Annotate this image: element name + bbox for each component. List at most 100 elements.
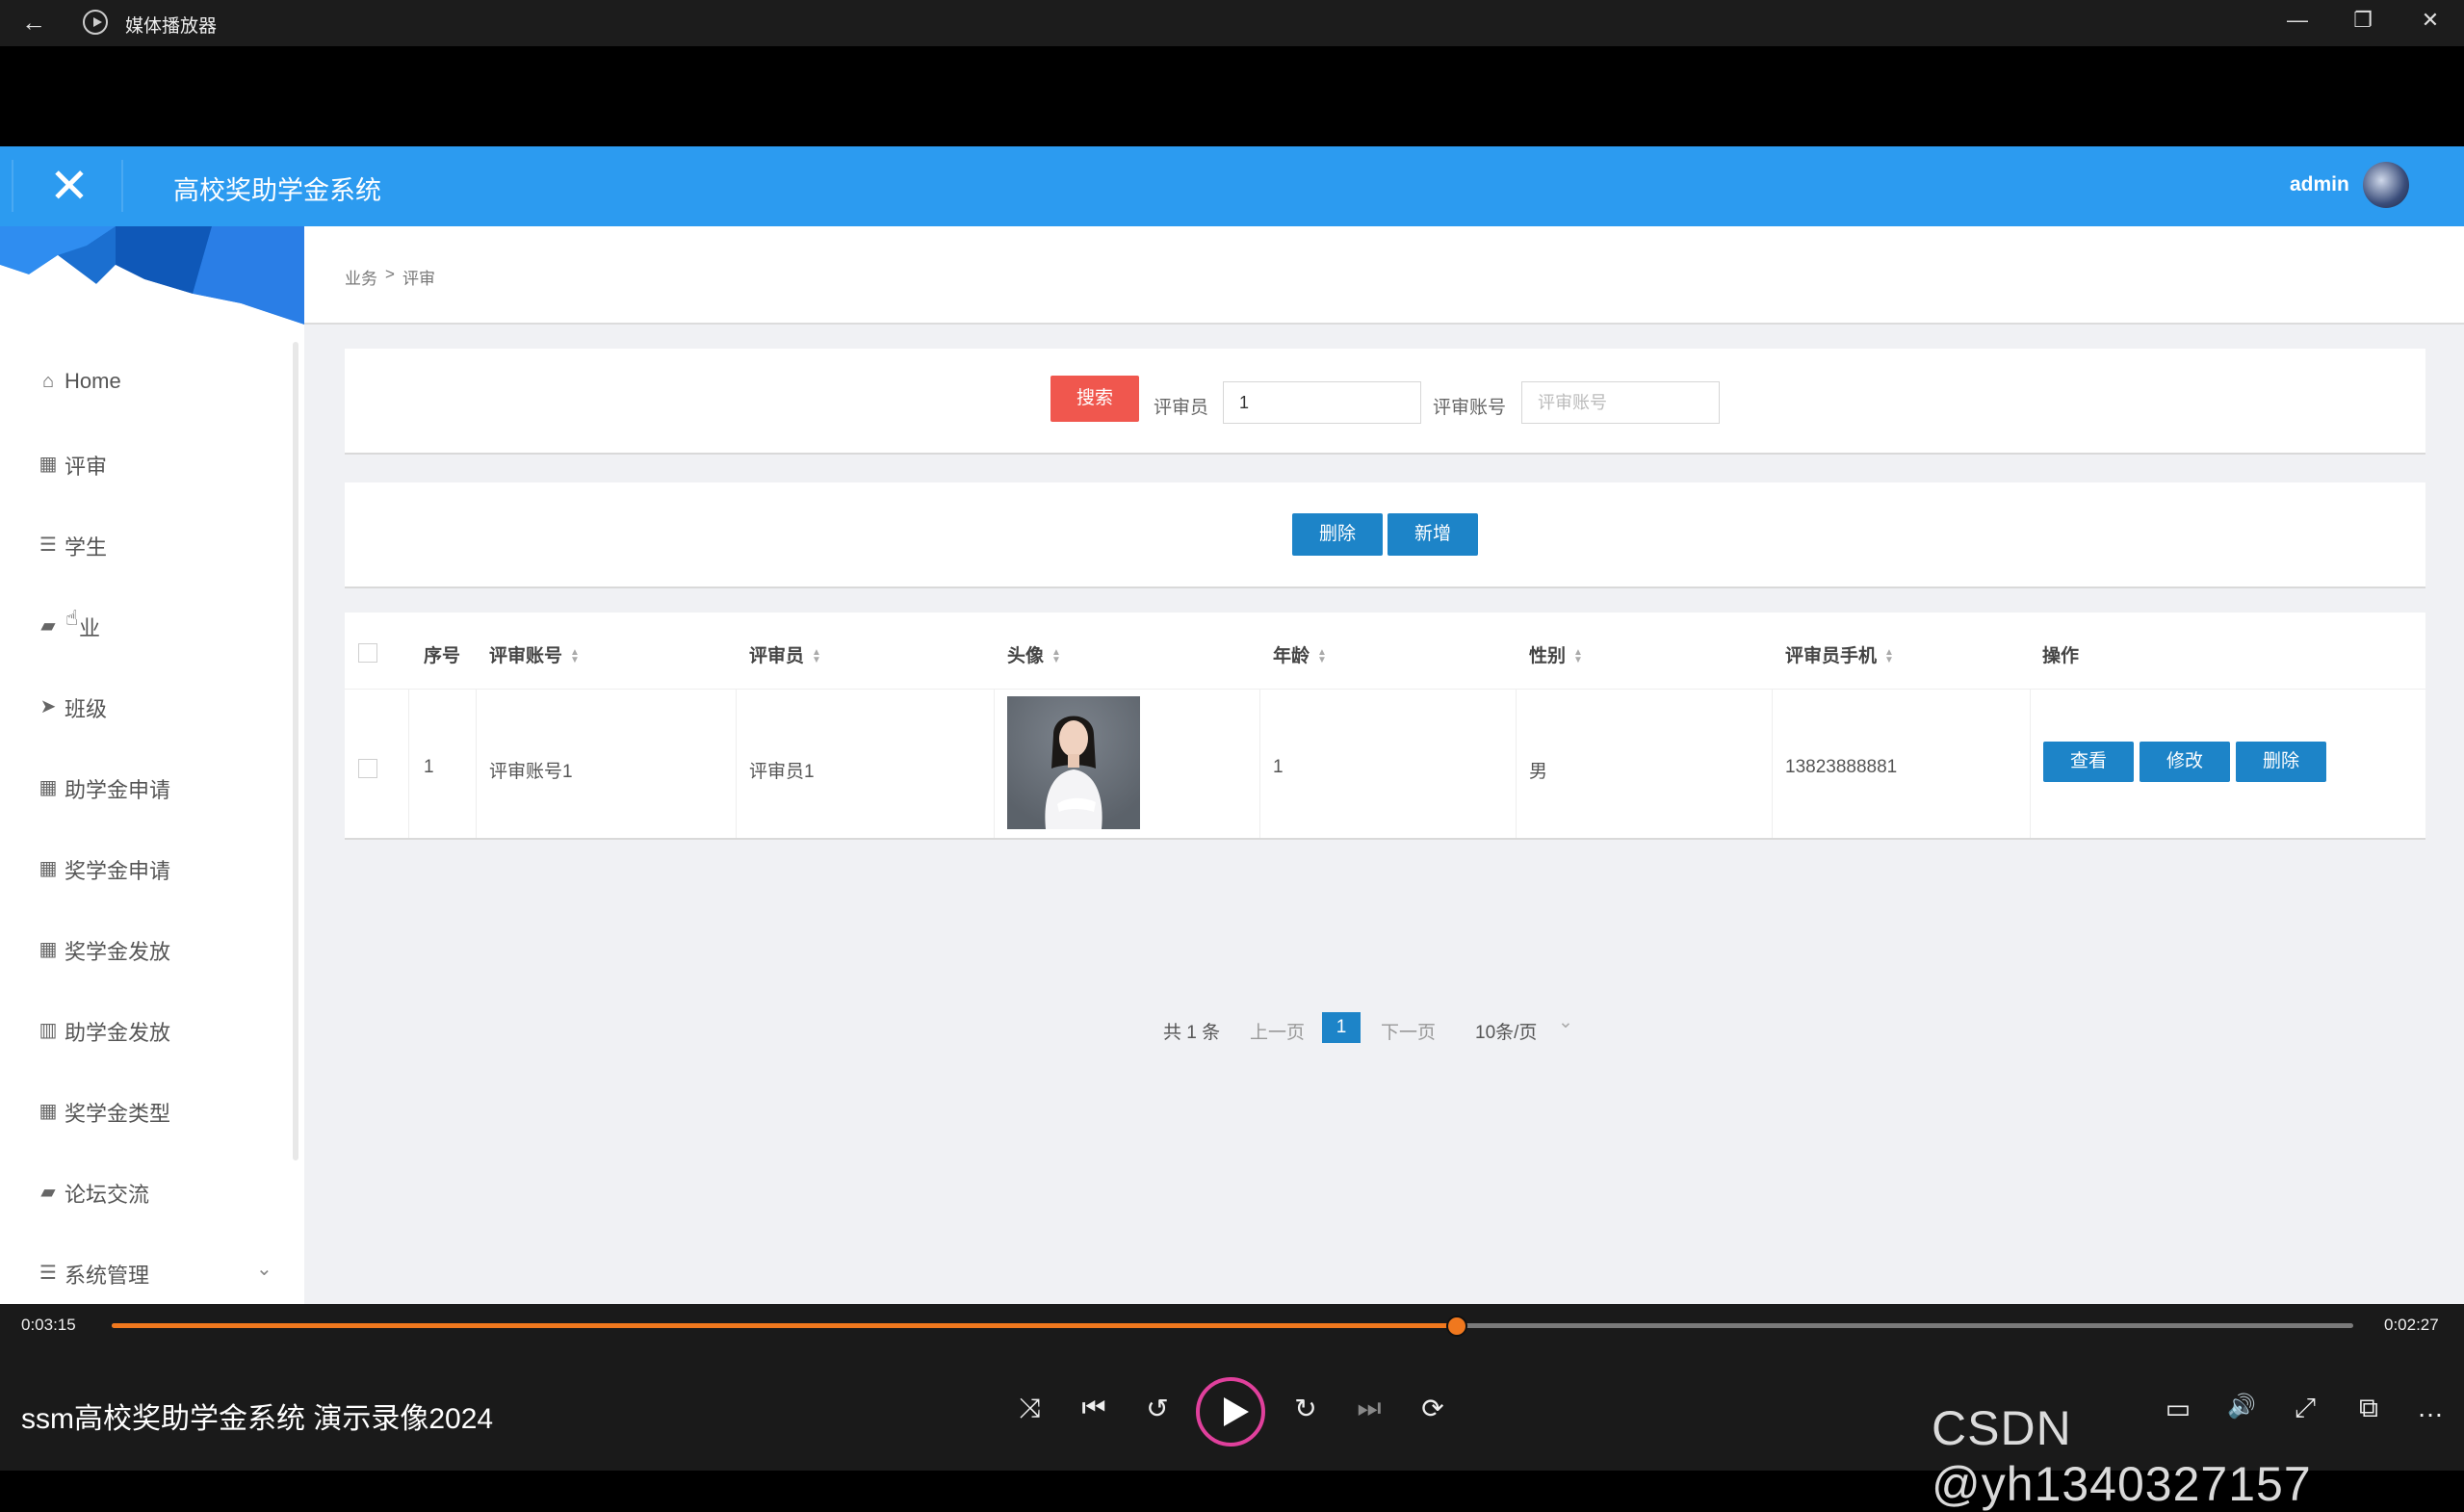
sidebar-item-label: 业 [79,616,101,640]
column-header-label: 性别 [1529,646,1567,666]
reviewer-avatar-photo[interactable] [1007,696,1140,829]
cell-phone: 13823888881 [1785,757,1898,777]
chevron-down-icon[interactable]: ⌄ [256,1257,272,1281]
column-header-gender[interactable]: 性别 ▲ ▼ [1529,641,1583,667]
sidebar-scrollbar[interactable] [293,342,298,1160]
sidebar-item-scholarship-application[interactable]: ▦ 奖学金申请 [0,827,289,908]
close-window-icon[interactable]: ✕ [2411,8,2450,33]
breadcrumb-current: 评审 [402,270,435,288]
sidebar-item-scholarship-payout[interactable]: ▦ 奖学金发放 [0,908,289,989]
chevron-down-icon[interactable]: ⌄ [1558,1011,1573,1033]
row-checkbox[interactable] [358,759,377,778]
csdn-watermark: CSDN @yh1340327157 [1932,1401,2312,1511]
pagination-prev[interactable]: 上一页 [1250,1018,1305,1044]
column-header-account[interactable]: 评审账号 ▲ ▼ [489,641,580,667]
sidebar-item-major[interactable]: ▰ 业 ☝ [0,585,289,665]
sort-icon[interactable]: ▲ ▼ [812,647,821,665]
column-header-label: 评审账号 [489,646,563,666]
view-button[interactable]: 查看 [2043,742,2134,782]
sidebar-item-class[interactable]: ➤ 班级 [0,665,289,746]
media-player-controls: 0:03:15 0:02:27 ssm高校奖助学金系统 演示录像2024 ⤨ ⏮… [0,1304,2464,1511]
sidebar-item-students[interactable]: ☰ 学生 [0,504,289,585]
pagination-next[interactable]: 下一页 [1381,1018,1436,1044]
sidebar-item-label: 助学金申请 [65,778,171,802]
elapsed-time: 0:03:15 [21,1316,76,1334]
bars-icon: ▥ [39,1020,58,1041]
minimize-icon[interactable]: — [2278,8,2317,33]
column-header-phone[interactable]: 评审员手机 ▲ ▼ [1785,641,1894,667]
seek-bar-progress [112,1323,1457,1328]
pagination-page-current[interactable]: 1 [1322,1012,1361,1043]
search-button[interactable]: 搜索 [1050,376,1139,422]
sidebar-item-label: 论坛交流 [65,1183,150,1207]
page-size-select[interactable]: 10条/页 [1475,1018,1537,1044]
sidebar-item-label: 评审 [65,455,108,479]
add-button[interactable]: 新增 [1388,513,1478,556]
avatar[interactable] [2363,162,2409,208]
menu-close-icon[interactable]: ✕ [17,152,121,220]
column-divider [736,690,737,838]
pagination-total: 共 1 条 [1163,1023,1221,1043]
breadcrumb: 业务 > 评审 [304,226,2464,325]
sidebar-item-system-management[interactable]: ☰ 系统管理 ⌄ [0,1232,289,1304]
data-table: 序号 评审账号 ▲ ▼ 评审员 ▲ ▼ 头像 ▲ ▼ 年龄 ▲ ▼ 性别 ▲ ▼ 评审员手机 ▲ ▼ 操… [345,613,2425,840]
forward-30-icon[interactable]: ↻ [1286,1393,1325,1424]
breadcrumb-separator: > [385,265,395,283]
repeat-icon[interactable]: ⟳ [1414,1393,1452,1424]
sidebar-item-forum[interactable]: ▰ 论坛交流 [0,1151,289,1232]
back-arrow-icon[interactable]: ← [21,8,46,38]
send-icon: ➤ [39,696,57,717]
web-app-frame: ✕ 高校奖助学金系统 admin ⌂ Home ▦ 评审 ☰ 学生 ▰ 业 ☝ … [0,146,2464,1304]
column-header-avatar[interactable]: 头像 ▲ ▼ [1007,641,1061,667]
column-header-age[interactable]: 年龄 ▲ ▼ [1273,641,1327,667]
restore-icon[interactable]: ❐ [2344,8,2382,33]
play-button[interactable] [1196,1377,1265,1447]
column-divider [408,690,409,838]
column-divider [994,690,995,838]
sidebar-item-home[interactable]: ⌂ Home [0,342,289,423]
grid-icon: ▦ [39,777,58,798]
reviewer-input[interactable] [1223,381,1421,424]
column-header-label: 头像 [1007,646,1045,666]
column-divider [1259,690,1260,838]
sidebar-item-scholarship-type[interactable]: ▦ 奖学金类型 [0,1070,289,1151]
app-header: ✕ 高校奖助学金系统 admin [0,146,2464,226]
column-header-index: 序号 [424,646,461,666]
action-panel: 删除 新增 [345,482,2425,588]
cell-reviewer: 评审员1 [749,762,815,782]
edit-button[interactable]: 修改 [2140,742,2230,782]
system-title: 高校奖助学金系统 [173,176,381,205]
cell-index: 1 [424,757,434,777]
review-account-input[interactable] [1521,381,1720,424]
rewind-10-icon[interactable]: ↺ [1138,1393,1177,1424]
sort-icon[interactable]: ▲ ▼ [1884,647,1894,665]
previous-icon[interactable]: ⏮ [1075,1393,1113,1424]
search-panel: 搜索 评审员 评审账号 [345,349,2425,455]
sort-icon[interactable]: ▲ ▼ [1573,647,1583,665]
sidebar-item-grant-application[interactable]: ▦ 助学金申请 [0,746,289,827]
breadcrumb-parent[interactable]: 业务 [345,265,377,289]
list-icon: ☰ [39,1263,57,1284]
reviewer-label: 评审员 [1154,398,1209,418]
table-header-divider [345,689,2425,690]
sort-icon[interactable]: ▲ ▼ [1317,647,1327,665]
shuffle-icon[interactable]: ⤨ [1011,1393,1050,1424]
video-title: ssm高校奖助学金系统 演示录像2024 [21,1403,494,1435]
sort-icon[interactable]: ▲ ▼ [570,647,580,665]
sidebar-item-review[interactable]: ▦ 评审 [0,423,289,504]
next-icon[interactable]: ⏭ [1350,1393,1388,1424]
column-header-reviewer[interactable]: 评审员 ▲ ▼ [749,641,821,667]
list-icon: ☰ [39,534,57,556]
sidebar-item-grant-payout[interactable]: ▥ 助学金发放 [0,989,289,1070]
seek-handle[interactable] [1445,1316,1467,1337]
column-divider [2030,690,2031,838]
sidebar: ⌂ Home ▦ 评审 ☰ 学生 ▰ 业 ☝ ➤ 班级 ▦ 助学金申请 ▦ 奖学… [0,226,304,1304]
select-all-checkbox[interactable] [358,643,377,663]
sort-icon[interactable]: ▲ ▼ [1051,647,1061,665]
column-header-label: 评审员手机 [1785,646,1878,666]
row-delete-button[interactable]: 删除 [2236,742,2326,782]
mouse-cursor-icon: ☝ [65,606,79,630]
column-divider [1516,690,1517,838]
delete-button[interactable]: 删除 [1292,513,1383,556]
username[interactable]: admin [2290,173,2349,196]
